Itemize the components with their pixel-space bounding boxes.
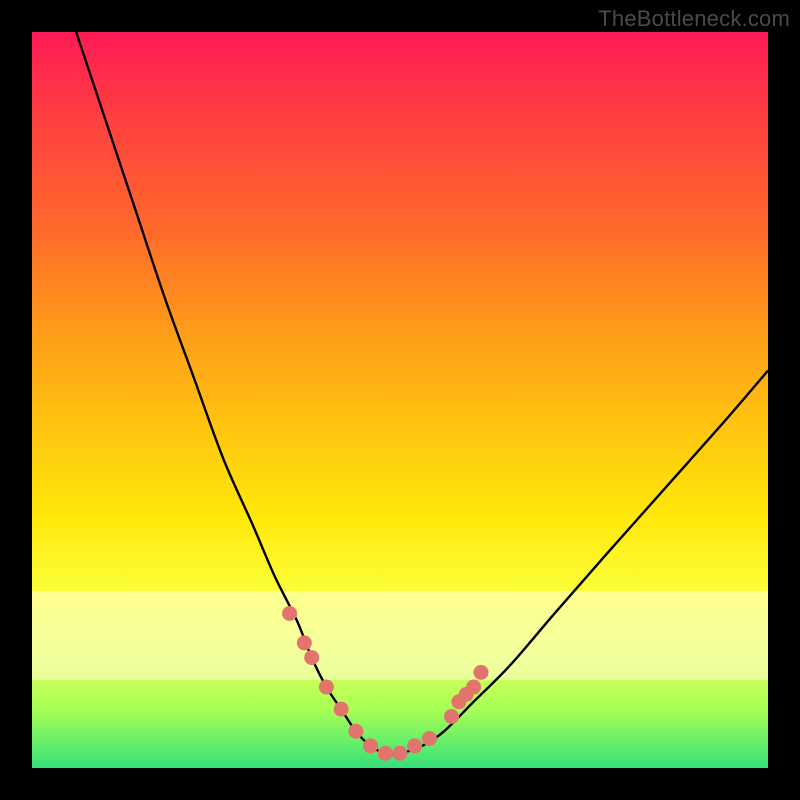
plot-area (32, 32, 768, 768)
marker-dot (444, 709, 459, 724)
marker-dot (304, 650, 319, 665)
marker-dot (393, 746, 408, 761)
marker-dot (466, 680, 481, 695)
bottleneck-curve (76, 32, 768, 754)
watermark-text: TheBottleneck.com (598, 6, 790, 32)
chart-frame: TheBottleneck.com (0, 0, 800, 800)
marker-dot (473, 665, 488, 680)
marker-dot (363, 738, 378, 753)
marker-dot (422, 731, 437, 746)
marker-dot (407, 738, 422, 753)
marker-dot (297, 635, 312, 650)
marker-dot (378, 746, 393, 761)
marker-dot (282, 606, 297, 621)
marker-group (282, 606, 488, 761)
marker-dot (334, 702, 349, 717)
marker-dot (319, 680, 334, 695)
chart-svg (32, 32, 768, 768)
marker-dot (348, 724, 363, 739)
